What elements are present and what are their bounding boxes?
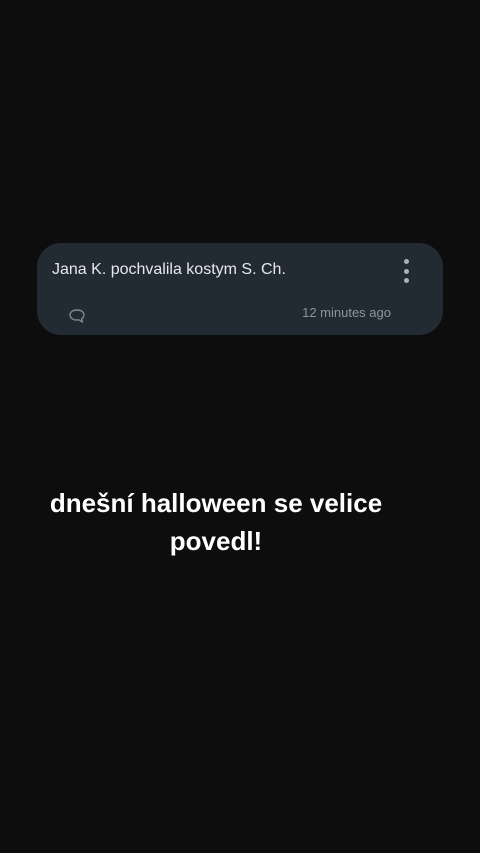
more-dot [403,268,409,274]
more-vertical-icon[interactable] [399,259,413,283]
caption-line-1: dnešní halloween se velice [49,488,383,518]
caption-line-2: povedl! [169,526,263,556]
notification-card[interactable]: Jana K. pochvalila kostym S. Ch. 12 minu… [37,243,443,335]
notification-text: Jana K. pochvalila kostym S. Ch. [52,261,286,278]
comment-bubble-icon[interactable] [68,308,86,324]
more-dot [403,278,409,283]
notification-timestamp: 12 minutes ago [302,305,391,320]
caption-text: dnešní halloween se velice povedl! [0,484,432,560]
more-dot [403,259,409,264]
